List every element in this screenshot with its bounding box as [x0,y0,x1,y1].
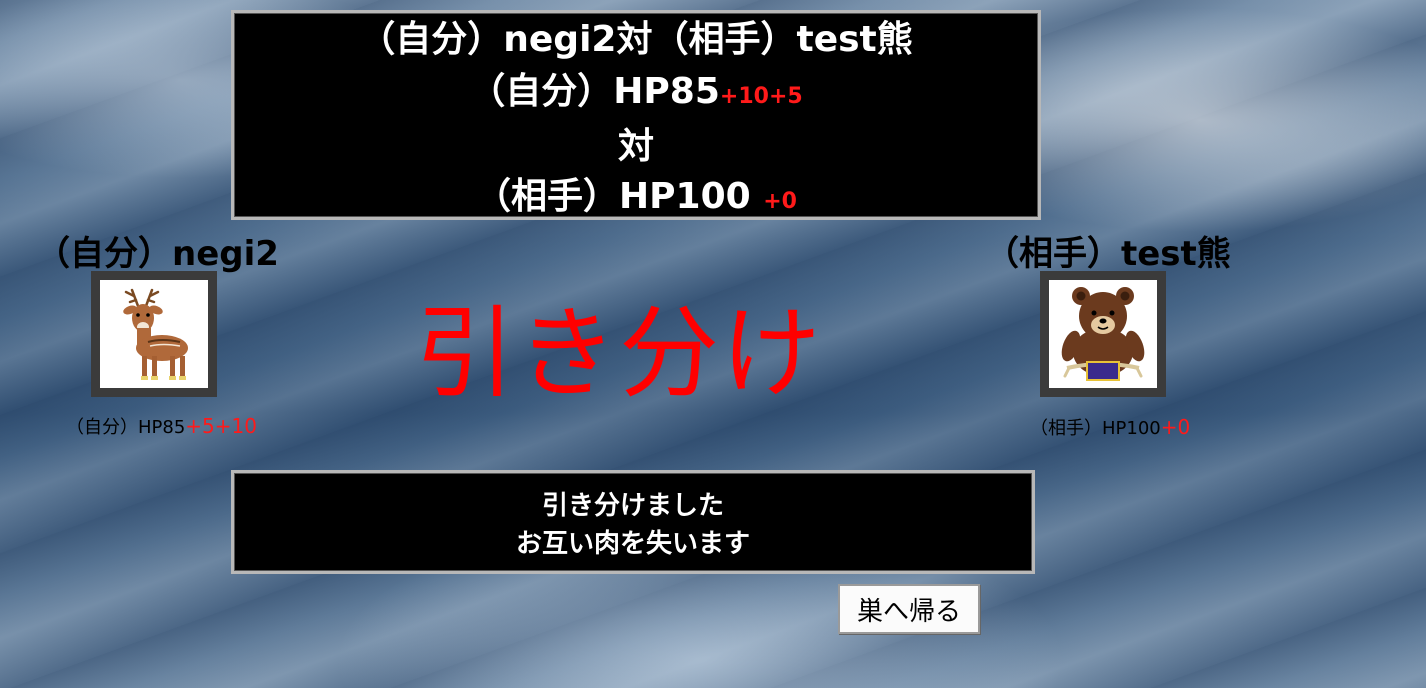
player-hp-bonus: +5+10 [185,414,257,438]
player-hp-line: （自分）HP85+5+10 [66,413,257,439]
opponent-hp-bonus: +0 [1160,415,1191,439]
opponent-hp-line: （相手）HP100 +0 [234,172,1038,227]
matchup-title: （自分）negi2対（相手）test熊 [234,13,1038,67]
self-hp-bonus: +10+5 [719,84,803,109]
opponent-hp-bonus: +0 [763,189,797,214]
vs-label: 対 [617,126,654,167]
player-name: （自分）negi2 [36,234,279,274]
title-opponent: （相手）test熊 [652,19,913,60]
player-hp: （自分）HP85 [66,417,186,438]
opponent-portrait [1040,271,1166,397]
opponent-name: （相手）test熊 [985,234,1231,274]
battle-summary-panel: （自分）negi2対（相手）test熊 （自分）HP85+10+5 対 （相手）… [231,10,1041,220]
return-home-button[interactable]: 巣へ帰る [838,584,980,634]
player-portrait [91,271,217,397]
self-hp: （自分）HP85 [469,71,720,112]
title-vs: 対 [616,19,653,60]
self-hp-line: （自分）HP85+10+5 [234,67,1038,122]
title-self: （自分）negi2 [359,19,617,60]
deer-icon [123,288,188,380]
result-banner: 引き分け [415,295,823,412]
result-message-panel: 引き分けました お互い肉を失います [231,470,1035,574]
opponent-hp-line: （相手）HP100+0 [1030,414,1190,440]
opponent-hp: （相手）HP100 [1030,418,1161,439]
bear-icon [1061,287,1145,381]
message-line-1: 引き分けました [541,491,724,521]
message-line-2: お互い肉を失います [515,529,750,559]
opponent-hp: （相手）HP100 [475,176,751,217]
